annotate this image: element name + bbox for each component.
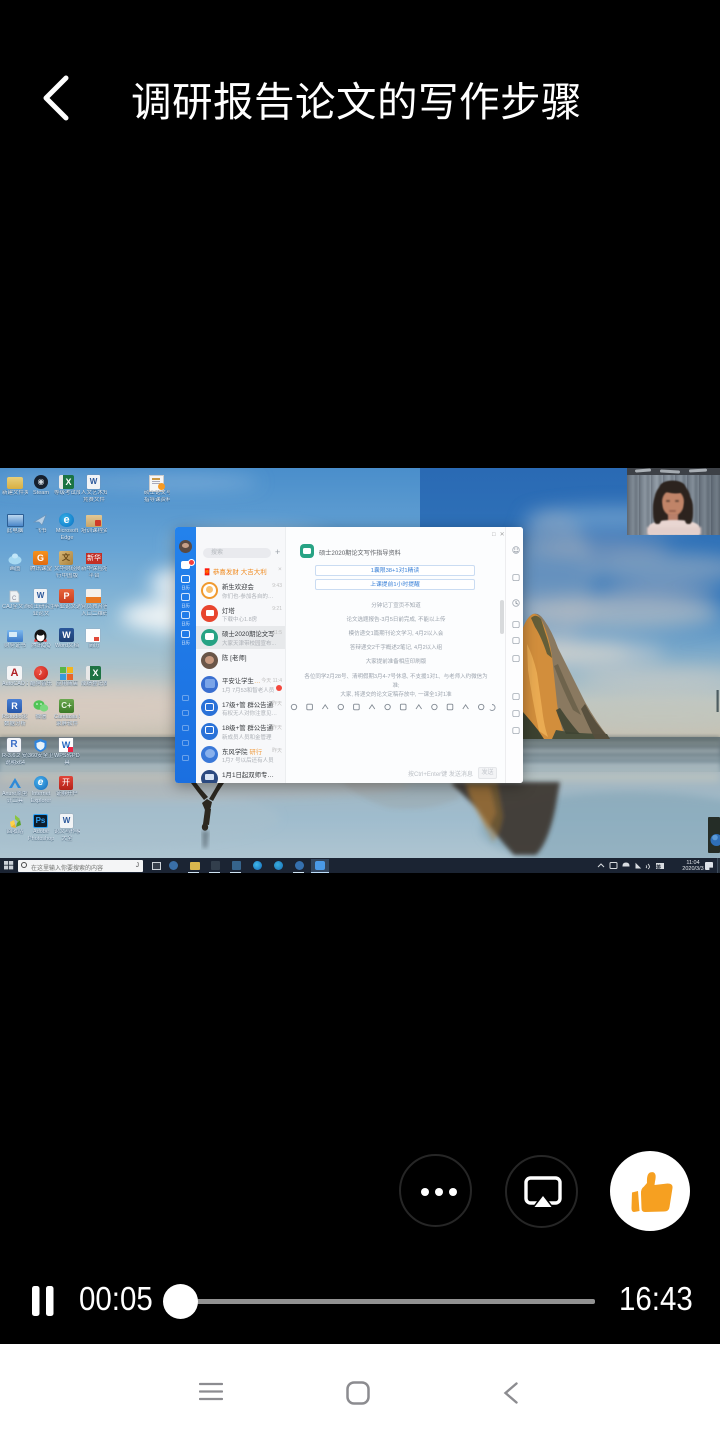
svg-text:C: C [12, 596, 17, 602]
